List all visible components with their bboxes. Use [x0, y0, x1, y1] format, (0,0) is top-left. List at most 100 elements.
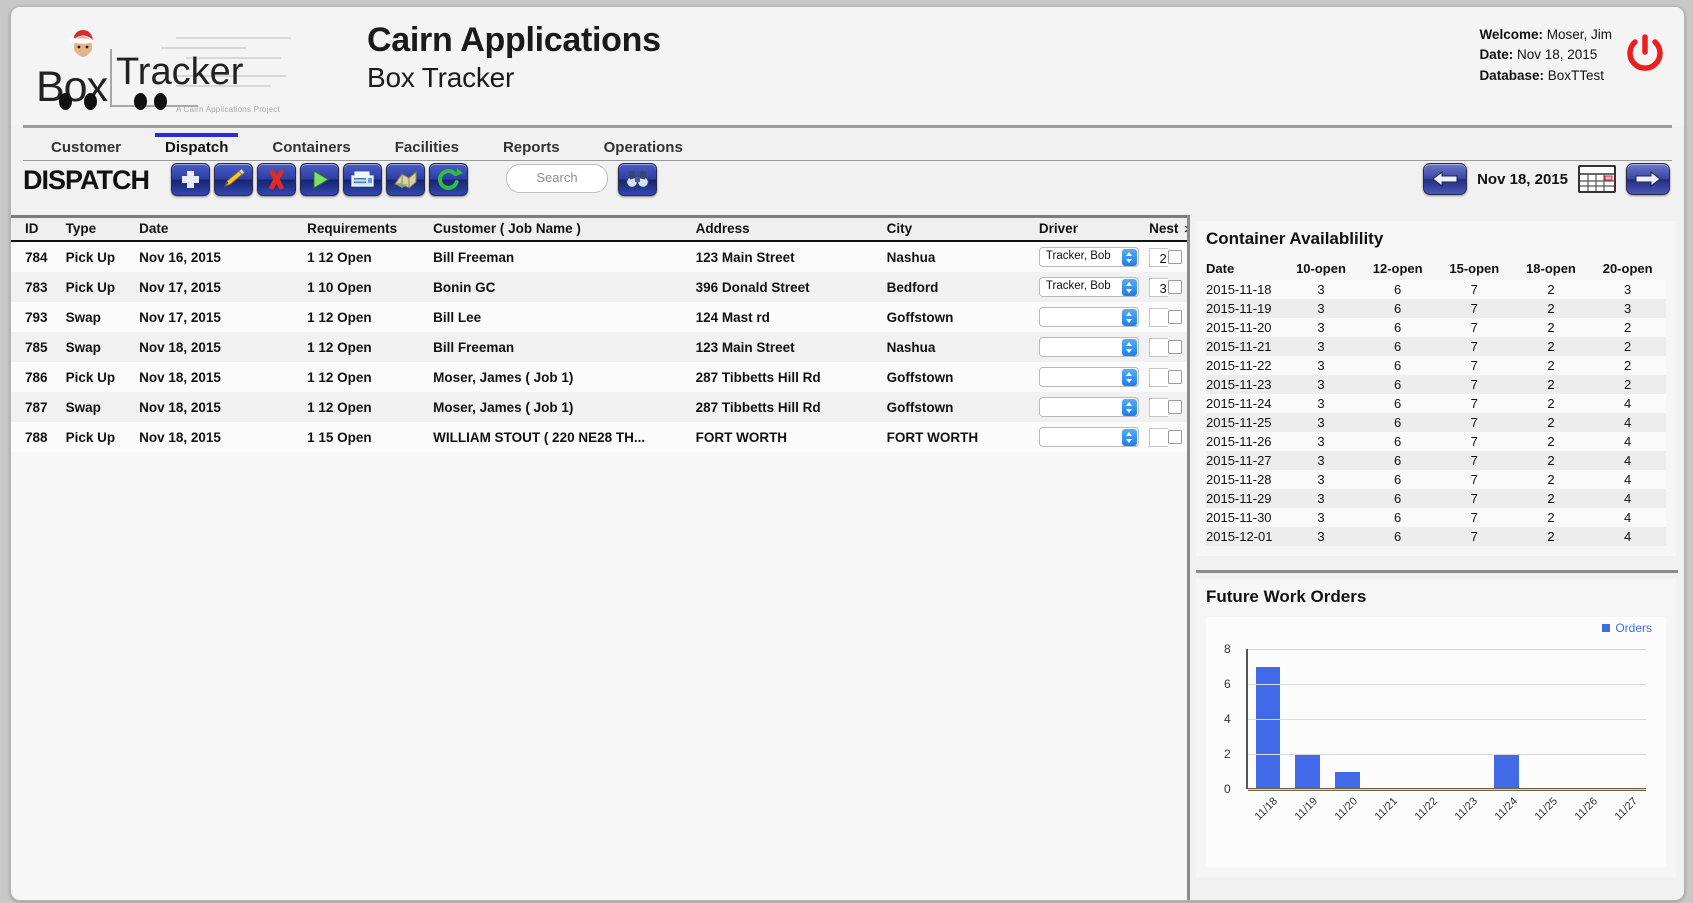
- cell-id: 787: [11, 392, 66, 422]
- table-row[interactable]: 793SwapNov 17, 20151 12 OpenBill Lee124 …: [11, 302, 1187, 332]
- tab-dispatch[interactable]: Dispatch: [155, 133, 238, 160]
- row-checkbox[interactable]: [1168, 430, 1182, 444]
- nest-input[interactable]: [1149, 428, 1168, 447]
- edit-button[interactable]: [214, 163, 253, 196]
- nest-input[interactable]: [1149, 338, 1168, 357]
- availability-count: 6: [1359, 318, 1436, 337]
- find-button[interactable]: [618, 163, 657, 196]
- chart-bar[interactable]: [1494, 754, 1519, 789]
- driver-select[interactable]: [1039, 427, 1139, 447]
- row-checkbox[interactable]: [1168, 280, 1182, 294]
- tab-containers[interactable]: Containers: [262, 137, 360, 160]
- row-checkbox[interactable]: [1168, 340, 1182, 354]
- availability-count: 3: [1283, 413, 1360, 432]
- add-button[interactable]: [171, 163, 210, 196]
- nest-input[interactable]: [1149, 398, 1168, 417]
- nest-input[interactable]: 3: [1149, 278, 1168, 297]
- column-header-city[interactable]: City: [887, 217, 1039, 242]
- cell-requirements: 1 10 Open: [307, 272, 433, 302]
- cell-select: [1168, 272, 1187, 302]
- column-header-id[interactable]: ID: [11, 217, 66, 242]
- stepper-icon[interactable]: [1122, 279, 1137, 296]
- run-button[interactable]: [300, 163, 339, 196]
- table-row[interactable]: 788Pick UpNov 18, 20151 15 OpenWILLIAM S…: [11, 422, 1187, 452]
- table-row[interactable]: 783Pick UpNov 17, 20151 10 OpenBonin GC3…: [11, 272, 1187, 302]
- stepper-icon[interactable]: [1122, 369, 1137, 386]
- tab-reports[interactable]: Reports: [493, 137, 570, 160]
- availability-count: 7: [1436, 337, 1513, 356]
- column-header-customer[interactable]: Customer ( Job Name ): [433, 217, 696, 242]
- table-row[interactable]: 784Pick UpNov 16, 20151 12 OpenBill Free…: [11, 241, 1187, 272]
- stepper-icon[interactable]: [1122, 249, 1137, 266]
- cell-type: Pick Up: [66, 362, 140, 392]
- chart-bar[interactable]: [1335, 772, 1360, 790]
- calendar-icon[interactable]: [1578, 165, 1616, 193]
- nest-input[interactable]: 2: [1149, 248, 1168, 267]
- availability-count: 2: [1513, 413, 1590, 432]
- column-header-type[interactable]: Type: [66, 217, 140, 242]
- row-checkbox[interactable]: [1168, 400, 1182, 414]
- table-row[interactable]: 786Pick UpNov 18, 20151 12 OpenMoser, Ja…: [11, 362, 1187, 392]
- map-button[interactable]: [386, 163, 425, 196]
- driver-select[interactable]: Tracker, Bob: [1039, 247, 1139, 267]
- availability-count: 6: [1359, 508, 1436, 527]
- table-row[interactable]: 785SwapNov 18, 20151 12 OpenBill Freeman…: [11, 332, 1187, 362]
- column-header-requirements[interactable]: Requirements: [307, 217, 433, 242]
- driver-select-value: Tracker, Bob: [1046, 280, 1111, 292]
- row-checkbox[interactable]: [1168, 310, 1182, 324]
- column-header-address[interactable]: Address: [696, 217, 887, 242]
- availability-table: Date10-open12-open15-open18-open20-open …: [1206, 259, 1666, 546]
- nest-value: 3: [1160, 281, 1167, 296]
- nest-input[interactable]: [1149, 368, 1168, 387]
- delete-button[interactable]: [257, 163, 296, 196]
- column-header-driver[interactable]: Driver: [1039, 217, 1149, 242]
- driver-select[interactable]: [1039, 337, 1139, 357]
- driver-select[interactable]: [1039, 307, 1139, 327]
- cell-nest: [1149, 422, 1168, 452]
- driver-select[interactable]: [1039, 397, 1139, 417]
- stepper-icon[interactable]: [1122, 309, 1137, 326]
- driver-select[interactable]: [1039, 367, 1139, 387]
- stepper-icon[interactable]: [1122, 399, 1137, 416]
- availability-count: 2: [1513, 527, 1590, 546]
- row-checkbox[interactable]: [1168, 250, 1182, 264]
- availability-count: 4: [1589, 508, 1666, 527]
- availability-count: 3: [1283, 527, 1360, 546]
- tab-operations[interactable]: Operations: [594, 137, 693, 160]
- cell-select: [1168, 241, 1187, 272]
- cell-city: Nashua: [887, 241, 1039, 272]
- cell-nest: 2: [1149, 241, 1168, 272]
- print-ticket-button[interactable]: [343, 163, 382, 196]
- driver-select[interactable]: Tracker, Bob: [1039, 277, 1139, 297]
- search-placeholder: Search: [507, 170, 607, 185]
- availability-row: 2015-11-2436724: [1206, 394, 1666, 413]
- session-info: Welcome: Moser, Jim Date: Nov 18, 2015 D…: [1479, 25, 1612, 86]
- stepper-icon[interactable]: [1122, 339, 1137, 356]
- header-divider: [23, 125, 1672, 128]
- nest-input[interactable]: [1149, 308, 1168, 327]
- prev-day-button[interactable]: [1423, 163, 1467, 195]
- tab-customer[interactable]: Customer: [41, 137, 131, 160]
- refresh-button[interactable]: [429, 163, 468, 196]
- availability-count: 3: [1283, 299, 1360, 318]
- column-header-nest[interactable]: Nest>>: [1149, 217, 1187, 242]
- search-input[interactable]: Search: [506, 164, 608, 193]
- availability-count: 3: [1589, 280, 1666, 299]
- tab-facilities[interactable]: Facilities: [385, 137, 469, 160]
- next-day-button[interactable]: [1626, 163, 1670, 195]
- chart-gridline: [1248, 719, 1646, 720]
- column-header-nest-label: Nest: [1149, 221, 1178, 236]
- cell-requirements: 1 15 Open: [307, 422, 433, 452]
- availability-count: 7: [1436, 375, 1513, 394]
- table-row[interactable]: 787SwapNov 18, 20151 12 OpenMoser, James…: [11, 392, 1187, 422]
- row-checkbox[interactable]: [1168, 370, 1182, 384]
- power-icon[interactable]: [1624, 33, 1666, 75]
- cell-requirements: 1 12 Open: [307, 302, 433, 332]
- stepper-icon[interactable]: [1122, 429, 1137, 446]
- cell-type: Swap: [66, 302, 140, 332]
- chart-x-tick: 11/27: [1606, 799, 1646, 817]
- availability-count: 4: [1589, 527, 1666, 546]
- chart-x-tick: 11/18: [1246, 799, 1286, 817]
- chart-bar[interactable]: [1295, 754, 1320, 789]
- column-header-date[interactable]: Date: [139, 217, 307, 242]
